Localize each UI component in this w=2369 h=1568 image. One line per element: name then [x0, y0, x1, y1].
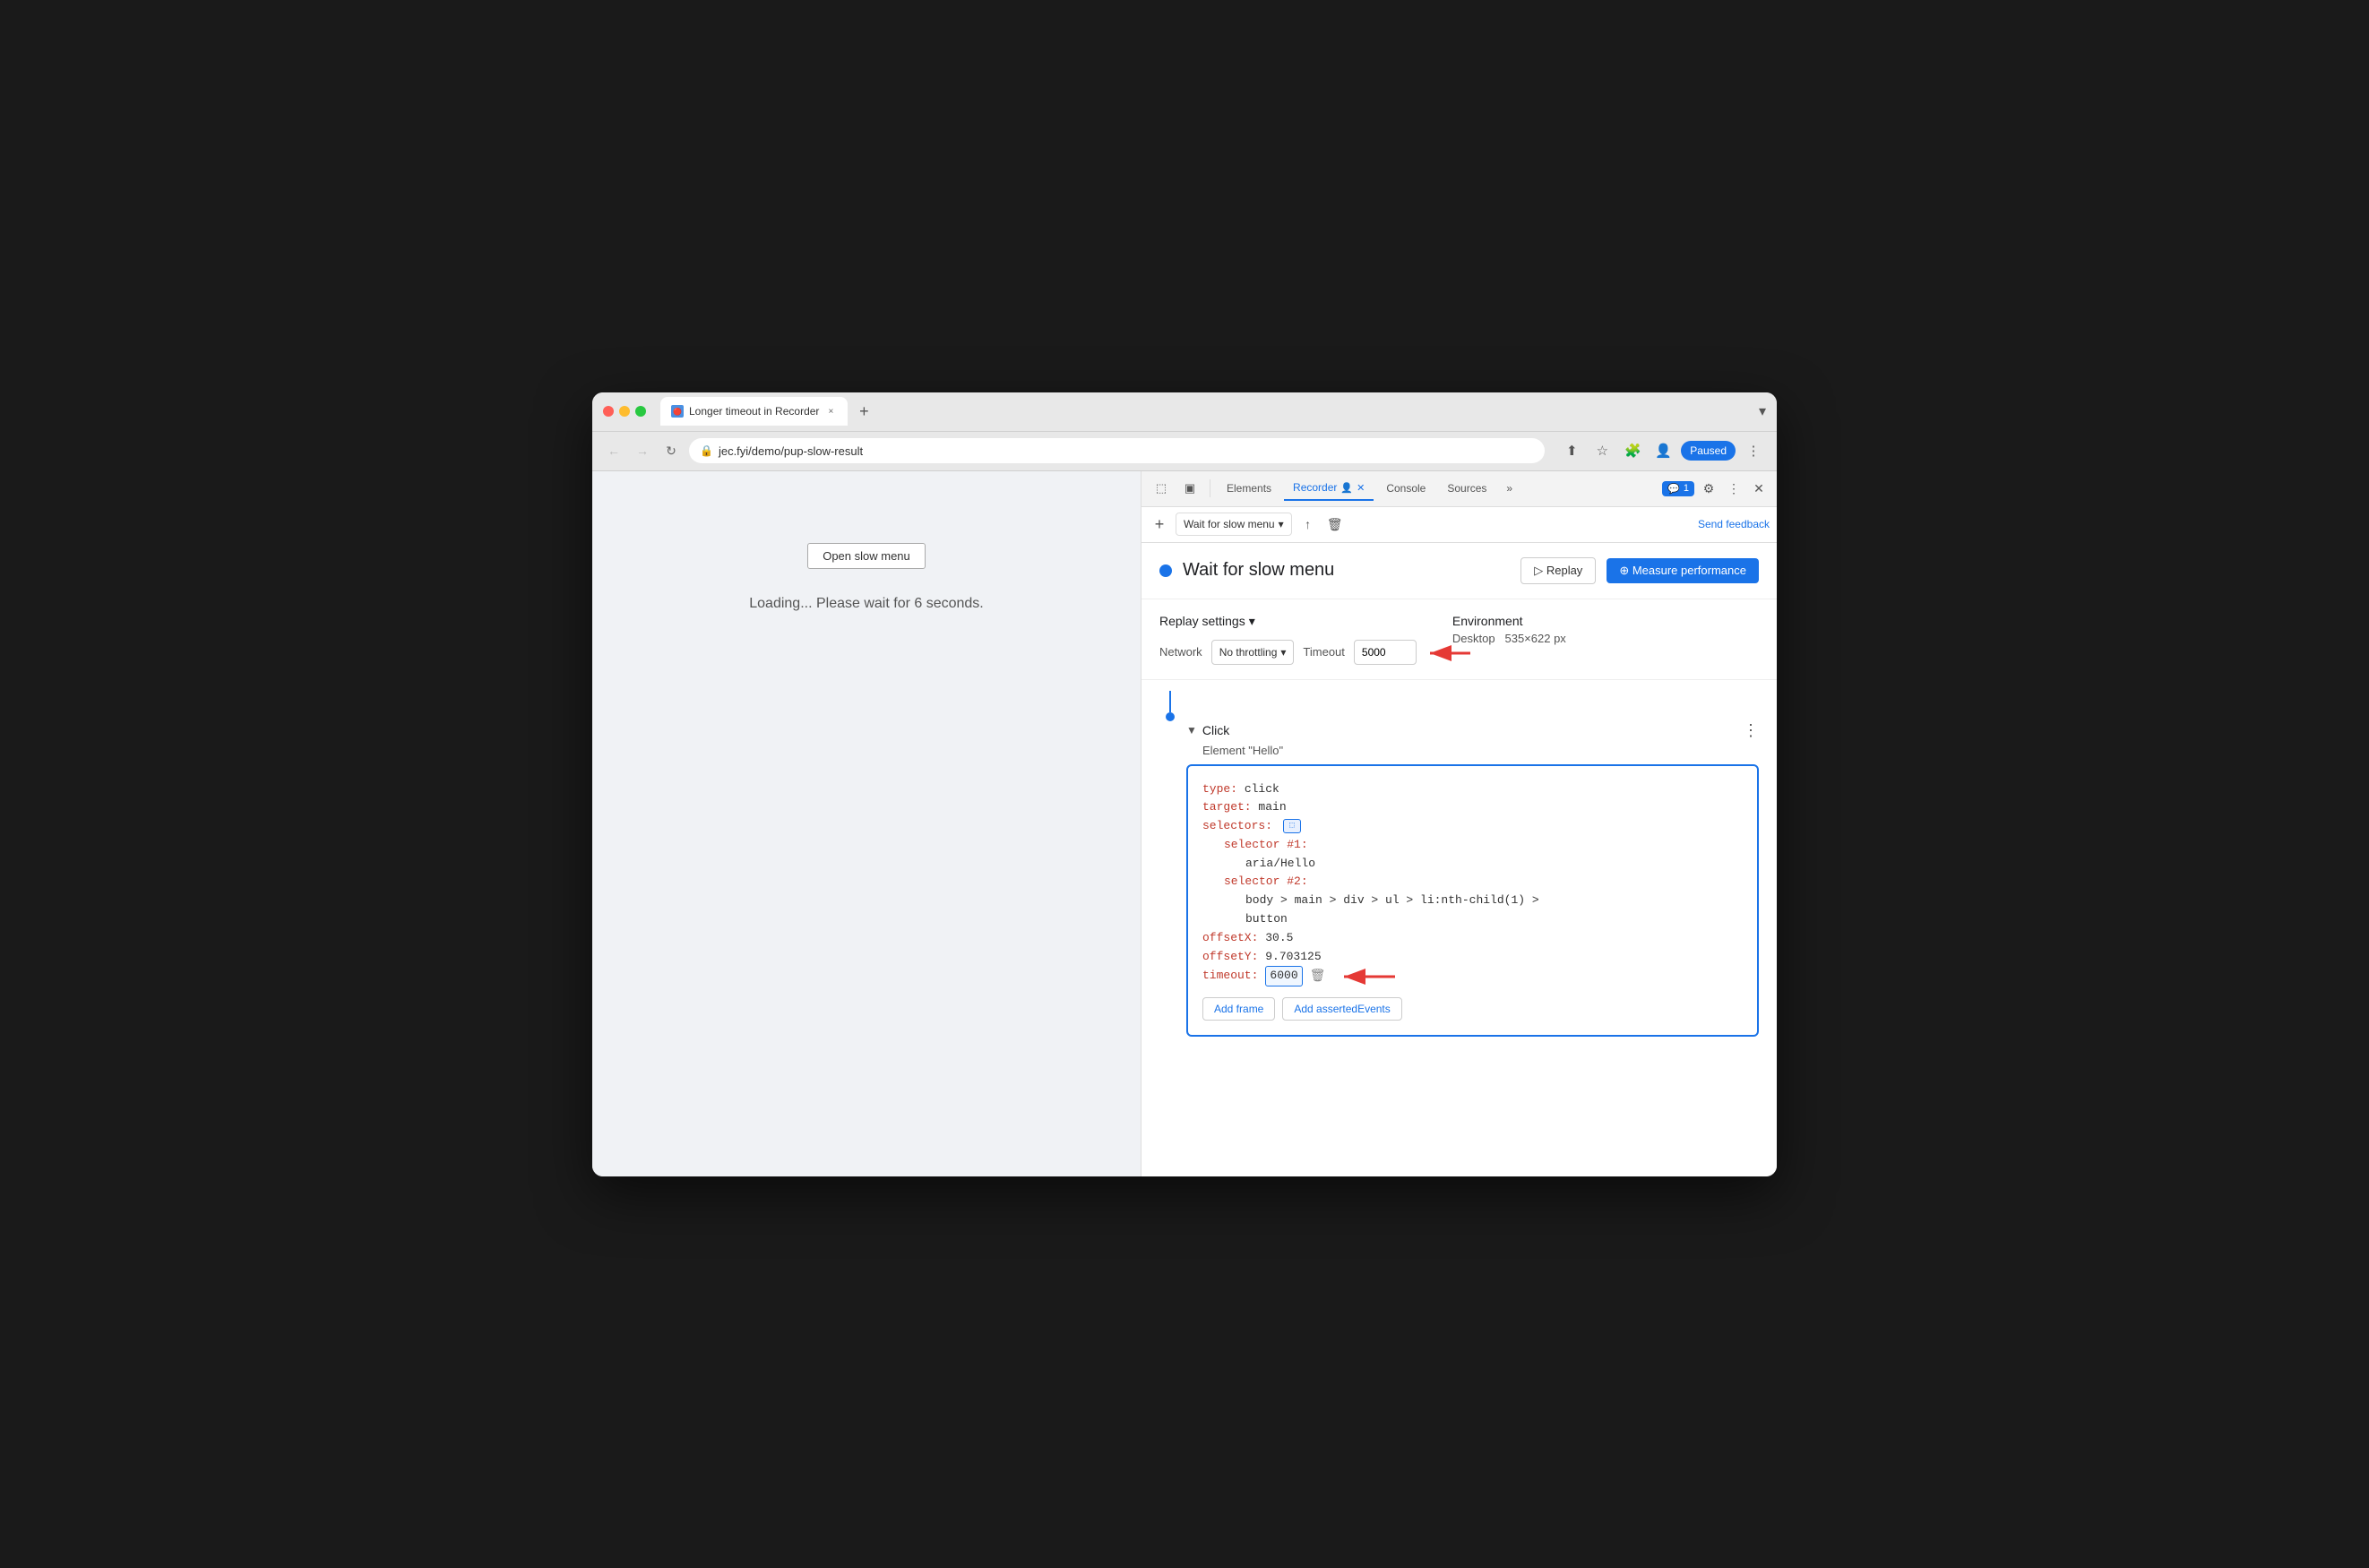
step-indicator-dot — [1166, 712, 1175, 721]
timeout-delete-icon[interactable]: 🗑 — [1310, 967, 1326, 986]
code-selector2-val2-line: button — [1245, 910, 1743, 929]
code-timeout-line: timeout: 6000 🗑 — [1202, 966, 1743, 986]
maximize-traffic-light[interactable] — [635, 406, 646, 417]
environment-title: Environment — [1452, 614, 1566, 628]
step-line-container — [1159, 687, 1181, 721]
timeout-input[interactable] — [1354, 640, 1417, 665]
code-target-line: target: main — [1202, 798, 1743, 817]
lock-icon: 🔒 — [700, 444, 713, 457]
step-line-bar — [1169, 691, 1171, 712]
inspect-icon[interactable]: ⬚ — [1149, 476, 1174, 501]
more-options-icon[interactable]: ⋮ — [1741, 438, 1766, 463]
step-more-menu[interactable]: ⋮ — [1743, 721, 1759, 740]
back-button: ← — [603, 440, 625, 461]
tab-elements[interactable]: Elements — [1218, 476, 1280, 501]
replay-settings-section: Replay settings ▾ Network No throttling … — [1141, 599, 1777, 680]
code-selector1-line: selector #1: — [1224, 836, 1743, 855]
environment-value: Desktop 535×622 px — [1452, 632, 1566, 645]
send-feedback-link[interactable]: Send feedback — [1698, 518, 1770, 530]
more-tabs-btn[interactable]: » — [1499, 478, 1520, 498]
replay-button[interactable]: ▷ Replay — [1520, 557, 1596, 584]
recording-dot — [1159, 564, 1172, 577]
export-btn[interactable]: ↑ — [1297, 513, 1319, 535]
timeout-row — [1354, 640, 1417, 665]
recording-select[interactable]: Wait for slow menu ▾ — [1176, 513, 1292, 536]
devtools-topbar: ⬚ ▣ Elements Recorder 👤 ✕ Console Source… — [1141, 471, 1777, 507]
url-text: jec.fyi/demo/pup-slow-result — [719, 444, 863, 458]
browser-window: 🔴 Longer timeout in Recorder × + ▾ ← → ↻… — [592, 392, 1777, 1176]
step-type-label: Click — [1202, 723, 1229, 737]
bookmark-icon[interactable]: ☆ — [1589, 438, 1615, 463]
active-tab[interactable]: 🔴 Longer timeout in Recorder × — [660, 397, 848, 426]
recorder-header: Wait for slow menu ▷ Replay ⊕ Measure pe… — [1141, 543, 1777, 599]
timeout-label: Timeout — [1303, 645, 1344, 659]
step-description: Element "Hello" — [1202, 744, 1759, 757]
title-bar: 🔴 Longer timeout in Recorder × + ▾ — [592, 392, 1777, 432]
page-content: Open slow menu Loading... Please wait fo… — [592, 471, 1141, 1176]
code-offsetX-line: offsetX: 30.5 — [1202, 929, 1743, 948]
replay-settings-left: Replay settings ▾ Network No throttling … — [1159, 614, 1417, 665]
tab-title: Longer timeout in Recorder — [689, 405, 819, 418]
forward-button: → — [632, 440, 653, 461]
click-step: ▼ Click ⋮ Element "Hello" type: click ta… — [1186, 721, 1759, 1038]
paused-button[interactable]: Paused — [1681, 441, 1736, 461]
close-traffic-light[interactable] — [603, 406, 614, 417]
code-selector2-line: selector #2: — [1224, 873, 1743, 892]
network-label: Network — [1159, 645, 1202, 659]
code-selectors-line: selectors: ⬚ — [1202, 817, 1743, 836]
tab-favicon: 🔴 — [671, 405, 684, 418]
tab-close-recorder[interactable]: ✕ — [1357, 482, 1365, 494]
step-connector — [1159, 680, 1759, 721]
recorder-content: + Wait for slow menu ▾ ↑ 🗑 Send feedback… — [1141, 507, 1777, 1176]
new-tab-btn[interactable]: + — [851, 399, 876, 424]
recorder-toolbar: + Wait for slow menu ▾ ↑ 🗑 Send feedback — [1141, 507, 1777, 543]
network-select[interactable]: No throttling ▾ — [1211, 640, 1295, 665]
window-chevron[interactable]: ▾ — [1759, 402, 1766, 420]
step-actions: Add frame Add assertedEvents — [1202, 997, 1743, 1021]
settings-icon[interactable]: ⚙ — [1698, 478, 1719, 499]
tab-close-btn[interactable]: × — [824, 405, 837, 418]
tab-recorder[interactable]: Recorder 👤 ✕ — [1284, 476, 1374, 501]
traffic-lights — [603, 406, 646, 417]
recording-title: Wait for slow menu — [1183, 560, 1510, 581]
code-type-line: type: click — [1202, 780, 1743, 799]
reload-button[interactable]: ↻ — [660, 440, 682, 461]
red-arrow-annotation-2 — [1337, 961, 1400, 993]
tab-bar: 🔴 Longer timeout in Recorder × + — [660, 397, 1752, 426]
loading-text: Loading... Please wait for 6 seconds. — [749, 596, 984, 612]
measure-performance-button[interactable]: ⊕ Measure performance — [1607, 558, 1759, 583]
tab-sources[interactable]: Sources — [1438, 476, 1495, 501]
url-bar[interactable]: 🔒 jec.fyi/demo/pup-slow-result — [689, 438, 1545, 463]
toolbar-icons: ⬆ ☆ 🧩 👤 Paused ⋮ — [1559, 438, 1766, 463]
steps-area: ▼ Click ⋮ Element "Hello" type: click ta… — [1141, 680, 1777, 1176]
minimize-traffic-light[interactable] — [619, 406, 630, 417]
delete-btn[interactable]: 🗑 — [1324, 513, 1346, 535]
chat-badge[interactable]: 💬 1 — [1662, 481, 1694, 496]
add-recording-btn[interactable]: + — [1149, 513, 1170, 535]
add-asserted-events-button[interactable]: Add assertedEvents — [1282, 997, 1401, 1021]
address-bar: ← → ↻ 🔒 jec.fyi/demo/pup-slow-result ⬆ ☆… — [592, 432, 1777, 471]
devtools-close-icon[interactable]: ✕ — [1748, 478, 1770, 499]
click-step-header[interactable]: ▼ Click ⋮ — [1186, 721, 1759, 740]
code-offsetY-line: offsetY: 9.703125 — [1202, 948, 1743, 967]
code-block: type: click target: main selectors: ⬚ se… — [1186, 764, 1759, 1038]
share-icon[interactable]: ⬆ — [1559, 438, 1584, 463]
settings-row: Network No throttling ▾ Timeout — [1159, 640, 1417, 665]
devtools-more-icon[interactable]: ⋮ — [1723, 478, 1744, 499]
selector-icon-badge[interactable]: ⬚ — [1283, 819, 1301, 833]
devtools-panel: ⬚ ▣ Elements Recorder 👤 ✕ Console Source… — [1141, 471, 1777, 1176]
extensions-icon[interactable]: 🧩 — [1620, 438, 1645, 463]
main-content: Open slow menu Loading... Please wait fo… — [592, 471, 1777, 1176]
code-selector1-val-line: aria/Hello — [1245, 855, 1743, 874]
add-frame-button[interactable]: Add frame — [1202, 997, 1275, 1021]
open-slow-menu-button[interactable]: Open slow menu — [807, 543, 926, 569]
paused-label: Paused — [1690, 444, 1727, 457]
device-icon[interactable]: ▣ — [1177, 476, 1202, 501]
code-selector2-val-line: body > main > div > ul > li:nth-child(1)… — [1245, 892, 1743, 910]
environment-section: Environment Desktop 535×622 px — [1452, 614, 1566, 645]
tab-console[interactable]: Console — [1377, 476, 1434, 501]
step-collapse-arrow: ▼ — [1186, 724, 1197, 737]
replay-settings-title[interactable]: Replay settings ▾ — [1159, 614, 1417, 629]
profile-icon[interactable]: 👤 — [1650, 438, 1676, 463]
